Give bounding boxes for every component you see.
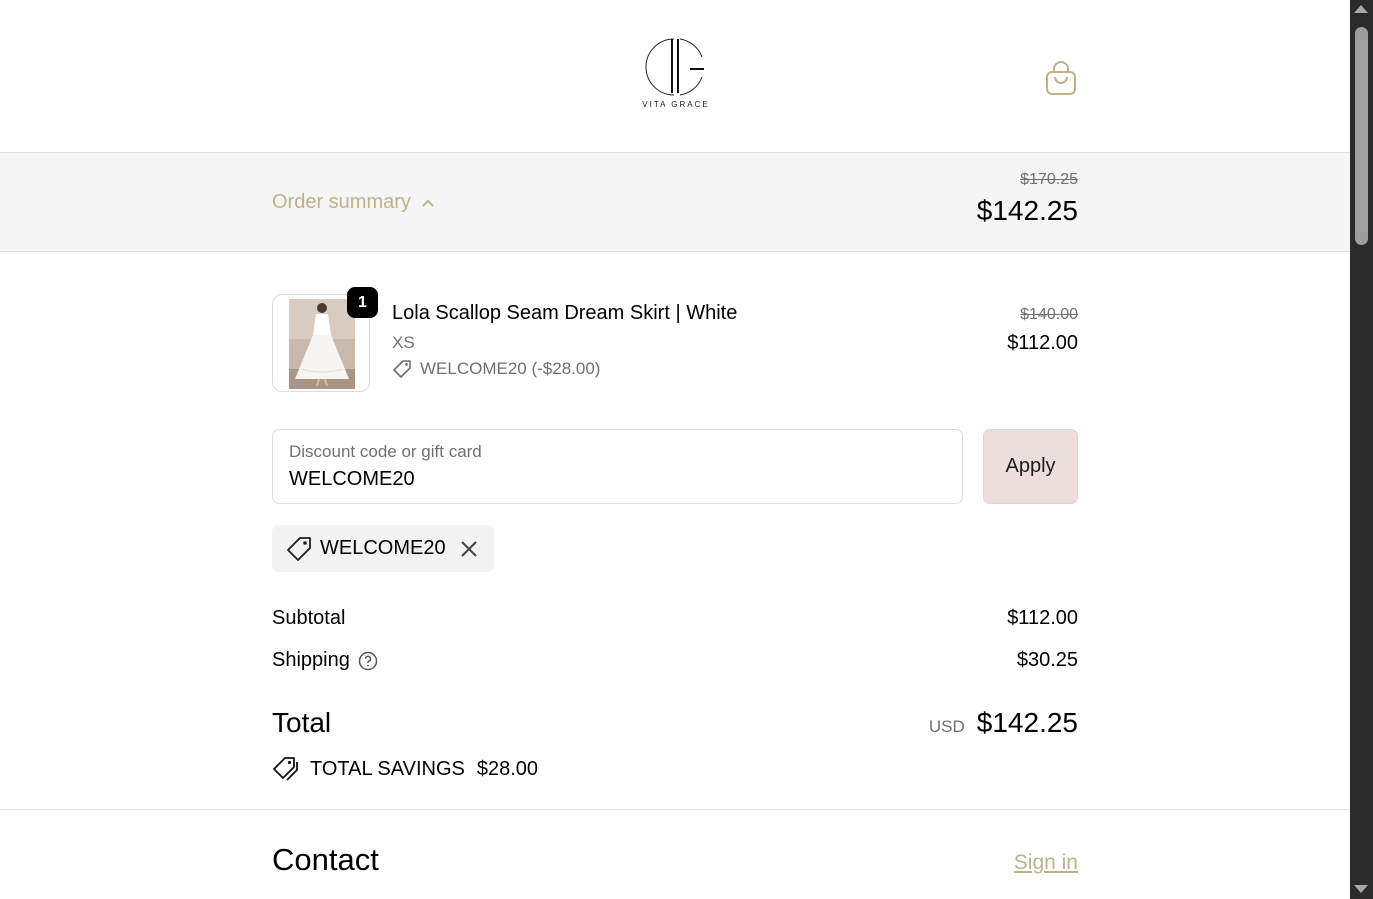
item-info: Lola Scallop Seam Dream Skirt | White XS…: [392, 302, 737, 379]
scrollbar-thumb[interactable]: [1355, 27, 1368, 245]
remove-code-close-icon[interactable]: [458, 538, 480, 560]
summary-prices: $170.25 $142.25: [977, 171, 1078, 227]
product-thumbnail: 1: [272, 287, 378, 392]
total-savings: TOTAL SAVINGS $28.00: [272, 755, 538, 783]
order-summary-bar: Order summary $170.25 $142.25: [0, 153, 1350, 252]
scroll-down-arrow-icon[interactable]: [1354, 885, 1368, 893]
total-row: Total USD $142.25: [272, 707, 1078, 739]
item-price: $112.00: [1007, 332, 1078, 354]
item-title: Lola Scallop Seam Dream Skirt | White: [392, 302, 738, 324]
product-image: [289, 299, 355, 389]
applied-code-chip: WELCOME20: [272, 525, 494, 572]
brand-logo[interactable]: VITA GRACE: [638, 36, 714, 112]
shipping-label: Shipping: [272, 649, 350, 671]
brand-name: VITA GRACE: [642, 100, 710, 109]
discount-code-input[interactable]: Discount code or gift card WELCOME20: [272, 429, 963, 504]
line-item: 1 Lola Scallop Seam Dream Skirt | White …: [272, 287, 1078, 394]
order-summary-label: Order summary: [272, 191, 411, 213]
header: VITA GRACE: [0, 0, 1350, 153]
sign-in-link[interactable]: Sign in: [1014, 851, 1078, 875]
order-summary-toggle[interactable]: Order summary: [272, 191, 435, 214]
chevron-up-icon: [422, 199, 434, 207]
discount-row: Discount code or gift card WELCOME20 App…: [272, 429, 1078, 504]
tag-icon: [393, 360, 411, 378]
shipping-value: $30.25: [1016, 649, 1078, 671]
savings-value: $28.00: [476, 757, 539, 780]
logo-mark-icon: [645, 38, 704, 96]
subtotal-row: Subtotal $112.00: [272, 607, 1078, 630]
help-icon[interactable]: [358, 651, 378, 671]
shipping-row: Shipping $30.25: [272, 649, 1078, 672]
contact-heading: Contact: [272, 842, 379, 877]
item-discount: WELCOME20 (-$28.00): [392, 359, 737, 379]
subtotal-label: Subtotal: [272, 607, 346, 629]
discount-code-label: Discount code or gift card: [289, 442, 482, 461]
tag-icon: [287, 536, 311, 561]
shopping-bag-icon[interactable]: [1044, 60, 1078, 96]
item-compare-at-price: $140.00: [1020, 306, 1078, 323]
scroll-up-arrow-icon[interactable]: [1354, 5, 1368, 13]
item-prices: $140.00 $112.00: [1007, 306, 1078, 355]
scrollbar[interactable]: [1350, 0, 1373, 899]
item-discount-label: WELCOME20 (-$28.00): [420, 359, 601, 378]
checkout-page: VITA GRACE Order summary $170.25 $142.25: [0, 0, 1350, 899]
apply-button[interactable]: Apply: [983, 429, 1078, 504]
shipping-label-group: Shipping: [272, 649, 378, 672]
total-amount: USD $142.25: [929, 707, 1078, 739]
currency-code: USD: [928, 717, 965, 736]
subtotal-value: $112.00: [1007, 607, 1078, 629]
section-divider: [0, 809, 1350, 810]
summary-compare-at-total: $170.25: [1020, 171, 1078, 188]
applied-code-label: WELCOME20: [320, 537, 446, 559]
total-label: Total: [272, 707, 332, 738]
item-variant: XS: [392, 333, 415, 352]
savings-label: TOTAL SAVINGS: [310, 757, 465, 780]
summary-total: $142.25: [976, 195, 1078, 226]
savings-tags-icon: [273, 757, 298, 781]
total-value: $142.25: [976, 707, 1078, 738]
discount-code-value: WELCOME20: [289, 468, 415, 490]
quantity-badge: 1: [347, 287, 378, 318]
